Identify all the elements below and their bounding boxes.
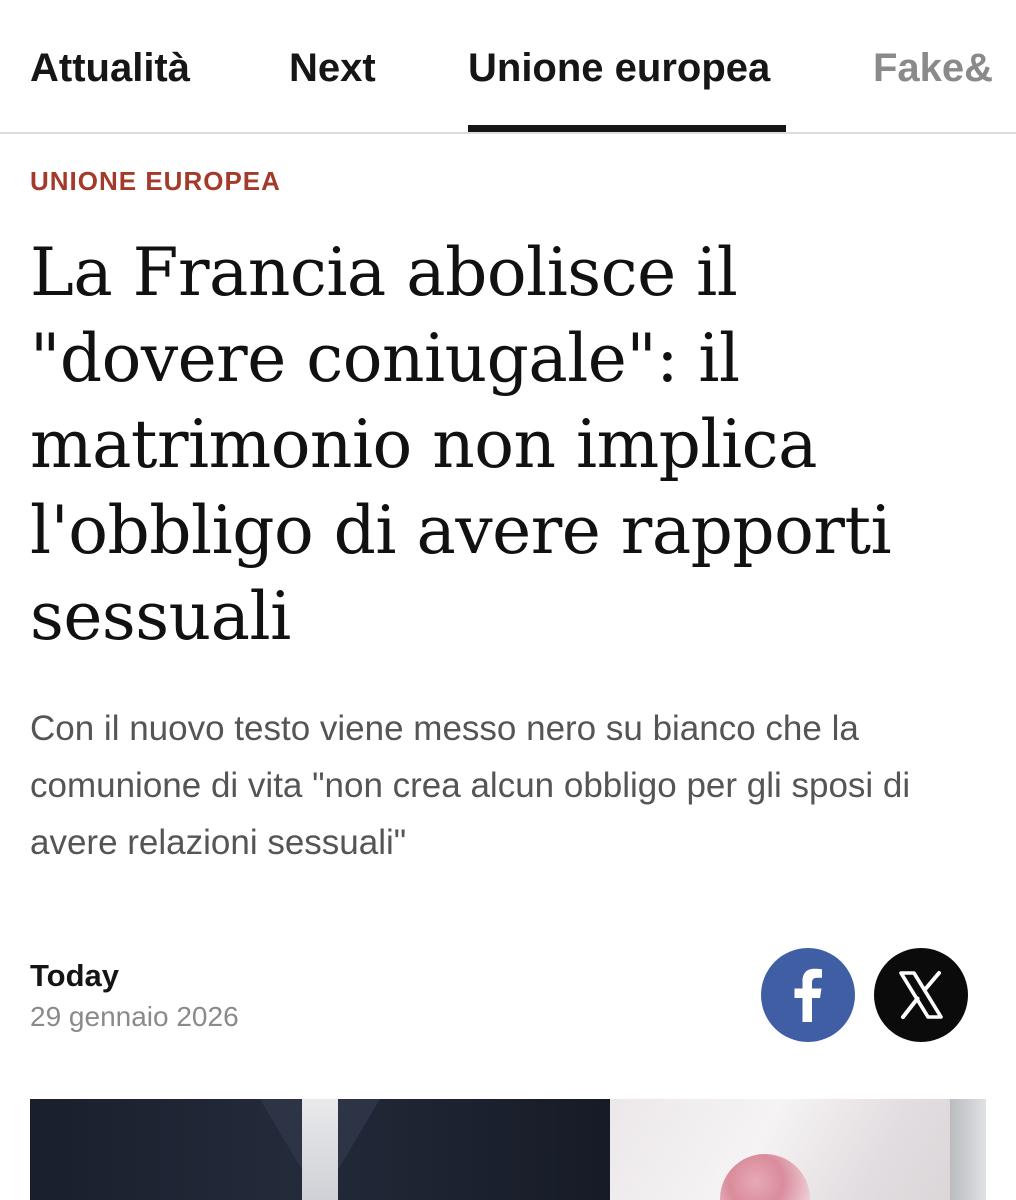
tab-next[interactable]: Next	[289, 44, 376, 92]
groom-shirt	[302, 1099, 338, 1200]
facebook-icon	[794, 968, 822, 1022]
article-source[interactable]: Today	[30, 958, 119, 994]
tab-fake[interactable]: Fake&	[873, 44, 993, 92]
article-subheadline: Con il nuovo testo viene messo nero su b…	[30, 709, 911, 862]
active-tab-indicator	[468, 125, 786, 132]
article-headline: La Francia abolisce il "dovere coniugale…	[30, 234, 892, 655]
tab-attualita[interactable]: Attualità	[30, 44, 190, 92]
tab-unione-europea[interactable]: Unione europea	[468, 44, 770, 92]
x-icon	[899, 971, 943, 1019]
section-nav: Attualità Next Unione europea Fake&	[0, 0, 1016, 134]
article-hero-image	[30, 1099, 986, 1200]
article-category[interactable]: UNIONE EUROPEA	[30, 165, 281, 197]
background-pillar	[950, 1099, 986, 1200]
share-x-button[interactable]	[874, 948, 968, 1042]
share-facebook-button[interactable]	[761, 948, 855, 1042]
article-date: 29 gennaio 2026	[30, 1001, 239, 1032]
